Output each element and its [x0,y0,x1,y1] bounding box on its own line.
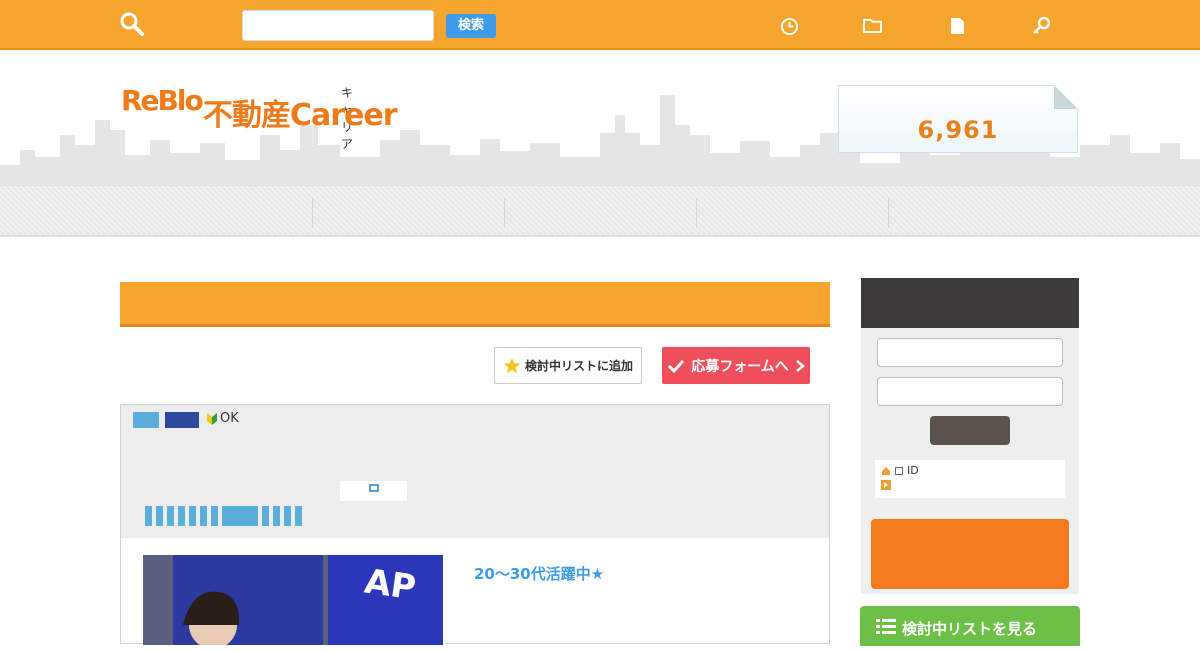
add-to-list-label: 検討中リストに追加 [524,359,633,373]
save-id-option[interactable]: ID [881,464,919,477]
company-info-link[interactable] [340,481,407,501]
key-icon [1033,17,1050,34]
job-catchphrase: 20〜30代活躍中★ [474,565,605,583]
job-card: OK AP 20〜30代活躍中★ [120,404,830,645]
job-tag [156,506,163,526]
job-tags [145,506,302,526]
apply-form-button[interactable]: 応募フォームへ [662,347,810,384]
job-tag [189,506,196,526]
view-list-label: 検討中リストを見る [902,620,1038,638]
save-id-checkbox[interactable] [895,466,903,475]
nav-divider [312,198,313,228]
job-card-header: OK [121,405,829,538]
nav-item-5[interactable] [892,186,1084,236]
job-photo: AP [143,555,443,645]
clock-icon [780,17,799,36]
job-tag [211,506,218,526]
nav-item-2[interactable] [316,186,508,236]
nav-divider [888,198,889,228]
nav-divider [696,198,697,228]
job-tag [222,506,258,526]
office-photo-image: AP [143,555,443,645]
beginner-ok-label: OK [220,411,239,426]
nav-item-1[interactable] [124,186,316,236]
login-panel: ID [861,278,1079,594]
job-tag [273,506,280,526]
star-icon [503,357,521,373]
forgot-password-link[interactable] [881,480,895,490]
list-icon [876,619,896,634]
login-button[interactable] [930,416,1010,445]
search-icon [120,12,144,36]
job-tag [145,506,152,526]
search-button[interactable]: 検索 [446,14,496,38]
document-icon [951,18,964,34]
login-panel-header [861,278,1079,328]
nav-item-3[interactable] [508,186,700,236]
search-input[interactable] [242,10,434,41]
job-count-value: 6,961 [917,116,999,144]
job-tag [262,506,269,526]
arrow-right-icon [881,480,891,490]
external-link-icon [368,484,379,492]
status-badge [133,412,159,428]
resume-link[interactable] [950,17,969,35]
home-icon [882,466,890,475]
job-count-box: 6,961 [838,85,1078,153]
view-list-button[interactable]: 検討中リストを見る [860,606,1080,646]
logo-main-text: 不動産Career [203,98,398,133]
job-tag [167,506,174,526]
login-options: ID [875,460,1065,498]
job-tag [284,506,291,526]
login-password-field[interactable] [877,377,1063,406]
svg-text:AP: AP [362,562,418,609]
page-title [120,282,830,327]
job-tag [295,506,302,526]
login-link[interactable] [1032,17,1054,35]
save-id-label: ID [907,464,919,477]
corner-fold [1054,85,1078,109]
job-tag [178,506,185,526]
main-nav [0,185,1200,237]
job-tag [200,506,207,526]
nav-item-4[interactable] [700,186,892,236]
check-icon [668,359,685,373]
logo-reblo-text: ReBlo [121,84,204,117]
chevron-right-icon [795,359,805,372]
beginner-mark-icon [207,413,217,425]
employment-badge [165,412,199,428]
login-id-field[interactable] [877,338,1063,367]
nav-divider [504,198,505,228]
saved-link[interactable] [863,17,886,34]
top-bar: 検索 [0,0,1200,50]
folder-icon [863,18,882,34]
register-button[interactable] [871,519,1069,589]
add-to-list-button[interactable]: 検討中リストに追加 [494,347,642,384]
apply-form-label: 応募フォームへ [691,358,789,375]
history-link[interactable] [780,17,803,36]
